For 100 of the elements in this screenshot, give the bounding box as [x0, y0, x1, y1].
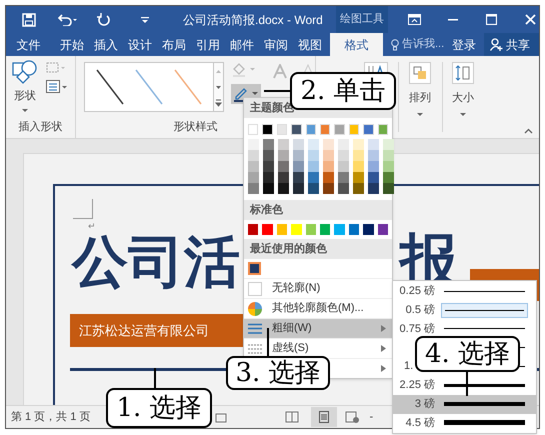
- color-swatch[interactable]: [383, 161, 394, 172]
- color-swatch[interactable]: [248, 150, 259, 161]
- zoom-out-button[interactable]: -: [369, 408, 374, 426]
- read-mode-icon[interactable]: [285, 411, 300, 423]
- color-swatch[interactable]: [378, 224, 388, 235]
- color-swatch[interactable]: [263, 161, 274, 172]
- color-swatch[interactable]: [278, 150, 289, 161]
- color-swatch[interactable]: [308, 183, 319, 194]
- weight-option[interactable]: 3 磅: [393, 394, 536, 414]
- ribbon-tab[interactable]: 文件: [6, 33, 51, 56]
- color-swatch[interactable]: [263, 183, 274, 194]
- maximize-icon[interactable]: [486, 14, 497, 25]
- color-swatch[interactable]: [278, 172, 289, 183]
- weight-option[interactable]: 0.75 磅: [393, 320, 536, 338]
- color-swatch[interactable]: [368, 150, 379, 161]
- color-swatch[interactable]: [293, 161, 304, 172]
- color-swatch[interactable]: [293, 183, 304, 194]
- color-swatch[interactable]: [306, 224, 316, 235]
- color-swatch[interactable]: [308, 139, 319, 150]
- color-swatch[interactable]: [383, 150, 394, 161]
- color-swatch[interactable]: [383, 139, 394, 150]
- color-swatch[interactable]: [368, 172, 379, 183]
- print-layout-button[interactable]: [311, 407, 338, 427]
- color-swatch[interactable]: [368, 139, 379, 150]
- ribbon-tab[interactable]: 设计: [123, 33, 157, 56]
- color-swatch[interactable]: [248, 183, 259, 194]
- size-button[interactable]: 大小: [449, 62, 477, 138]
- color-swatch[interactable]: [353, 172, 364, 183]
- weight-option[interactable]: 2.25 磅: [393, 376, 536, 395]
- text-fill-icon[interactable]: [273, 64, 287, 80]
- color-swatch[interactable]: [323, 150, 334, 161]
- undo-icon[interactable]: [57, 14, 79, 26]
- collapse-ribbon-icon[interactable]: [524, 128, 533, 134]
- color-swatch[interactable]: [248, 161, 259, 172]
- color-swatch[interactable]: [323, 183, 334, 194]
- arrange-button[interactable]: 排列: [406, 62, 434, 138]
- color-swatch[interactable]: [308, 161, 319, 172]
- shapes-button[interactable]: 形状: [10, 59, 40, 118]
- color-swatch[interactable]: [363, 224, 374, 235]
- ribbon-tab[interactable]: 布局: [157, 33, 191, 56]
- macro-icon[interactable]: [215, 411, 228, 423]
- color-swatch[interactable]: [278, 139, 289, 150]
- color-swatch[interactable]: [278, 183, 289, 194]
- color-swatch[interactable]: [263, 172, 274, 183]
- color-swatch[interactable]: [248, 224, 258, 235]
- color-swatch[interactable]: [334, 224, 345, 235]
- color-swatch[interactable]: [308, 172, 319, 183]
- color-swatch[interactable]: [291, 224, 302, 235]
- color-swatch[interactable]: [248, 139, 259, 150]
- minimize-icon[interactable]: [448, 18, 458, 20]
- color-swatch[interactable]: [323, 139, 334, 150]
- color-swatch[interactable]: [263, 150, 274, 161]
- color-swatch[interactable]: [348, 224, 360, 235]
- color-swatch[interactable]: [323, 172, 334, 183]
- color-swatch[interactable]: [338, 150, 349, 161]
- close-icon[interactable]: [524, 14, 536, 25]
- weight-option[interactable]: 4.5 磅: [393, 414, 536, 432]
- ribbon-tab[interactable]: 格式: [330, 33, 383, 56]
- web-layout-icon[interactable]: [345, 411, 360, 423]
- repeat-icon[interactable]: [97, 12, 111, 26]
- color-swatch[interactable]: [262, 224, 273, 235]
- color-swatch[interactable]: [353, 139, 364, 150]
- ribbon-tab[interactable]: 邮件: [225, 33, 259, 56]
- share-button[interactable]: 共享: [484, 33, 539, 56]
- color-swatch[interactable]: [353, 150, 364, 161]
- text-box-icon[interactable]: [46, 80, 68, 94]
- color-swatch[interactable]: [263, 139, 274, 150]
- ribbon-display-icon[interactable]: [408, 14, 421, 25]
- color-swatch[interactable]: [383, 172, 394, 183]
- ribbon-tab[interactable]: 插入: [89, 33, 123, 56]
- color-swatch[interactable]: [353, 161, 364, 172]
- color-swatch[interactable]: [338, 172, 349, 183]
- ribbon-tab[interactable]: 审阅: [259, 33, 293, 56]
- edit-shape-icon[interactable]: [46, 61, 66, 75]
- save-icon[interactable]: [22, 12, 36, 26]
- color-swatch[interactable]: [368, 161, 379, 172]
- ribbon-tab[interactable]: 视图: [293, 33, 327, 56]
- color-swatch[interactable]: [338, 139, 349, 150]
- menu-item[interactable]: 粗细(W): [244, 318, 392, 338]
- color-swatch[interactable]: [308, 150, 319, 161]
- weight-option[interactable]: 0.25 磅: [393, 282, 536, 301]
- color-swatch[interactable]: [293, 172, 304, 183]
- color-swatch[interactable]: [276, 224, 288, 235]
- color-swatch[interactable]: [248, 172, 259, 183]
- weight-option[interactable]: 0.5 磅: [393, 300, 536, 320]
- color-swatch[interactable]: [293, 139, 304, 150]
- color-swatch[interactable]: [248, 262, 261, 275]
- color-swatch[interactable]: [383, 183, 394, 194]
- color-swatch[interactable]: [368, 183, 379, 194]
- color-swatch[interactable]: [293, 150, 304, 161]
- customize-toolbar-icon[interactable]: [141, 16, 149, 24]
- tell-me-field[interactable]: 告诉我...: [391, 33, 444, 56]
- color-swatch[interactable]: [338, 183, 349, 194]
- fill-bucket-icon[interactable]: [231, 62, 257, 78]
- sign-in-link[interactable]: 登录: [452, 33, 476, 56]
- color-swatch[interactable]: [323, 161, 334, 172]
- ribbon-tab[interactable]: 引用: [191, 33, 225, 56]
- color-swatch[interactable]: [278, 161, 289, 172]
- color-swatch[interactable]: [338, 161, 349, 172]
- color-swatch[interactable]: [320, 224, 330, 235]
